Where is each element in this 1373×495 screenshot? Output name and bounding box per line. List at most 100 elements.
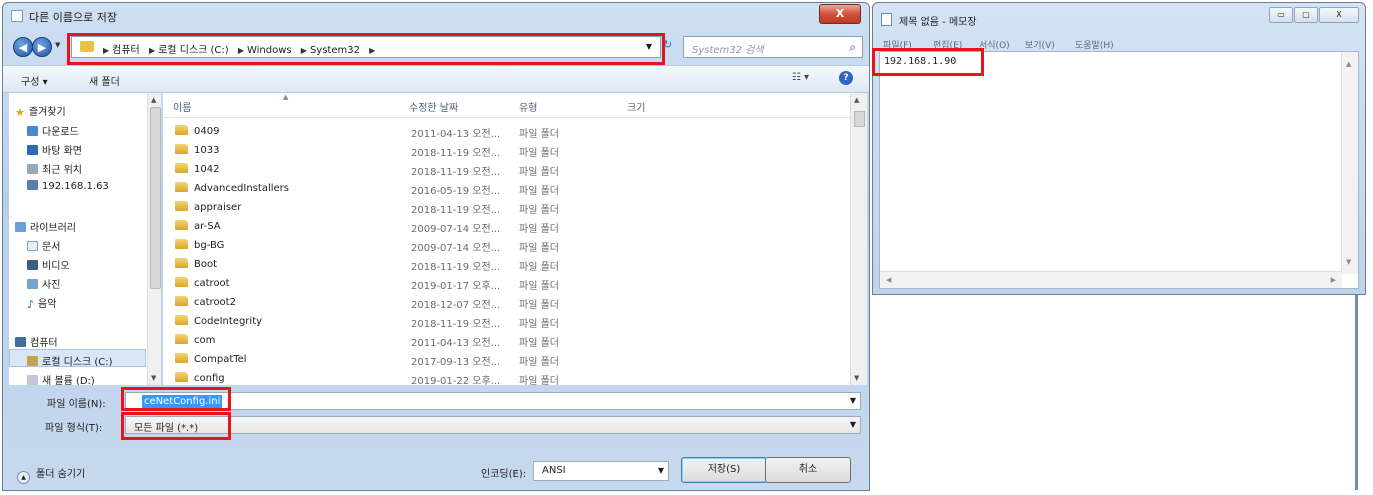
nav-scrollbar[interactable]: ▲ ▼	[147, 93, 161, 385]
search-input[interactable]: System32 검색 ⌕	[683, 36, 863, 58]
file-type: 파일 폴더	[519, 262, 559, 273]
horizontal-scrollbar[interactable]: ◀ ▶	[880, 271, 1342, 288]
file-row[interactable]: Boot 2018-11-19 오전... 파일 폴더	[163, 255, 851, 274]
help-icon[interactable]: ?	[839, 71, 853, 85]
desktop-icon	[27, 145, 38, 155]
menu-edit[interactable]: 편집(E)	[933, 38, 962, 51]
menu-view[interactable]: 보기(V)	[1025, 38, 1055, 51]
filetype-select[interactable]: 모든 파일 (*.*) ▼	[125, 416, 861, 434]
encoding-select[interactable]: ANSI ▼	[533, 461, 669, 481]
menu-file[interactable]: 파일(F)	[883, 38, 912, 51]
file-name: 1033	[175, 144, 219, 156]
recent-pages-dropdown-icon[interactable]: ▼	[55, 41, 60, 49]
search-icon[interactable]: ⌕	[849, 40, 856, 55]
view-options-icon[interactable]: ☷ ▾	[792, 72, 809, 83]
column-size[interactable]: 크기	[627, 99, 645, 114]
address-bar[interactable]: ▶ 컴퓨터 ▶ 로컬 디스크 (C:) ▶ Windows ▶ System32 ▶ ▼	[71, 36, 661, 58]
organize-button[interactable]: 구성 ▾	[21, 73, 48, 88]
file-row[interactable]: ar-SA 2009-07-14 오전... 파일 폴더	[163, 217, 851, 236]
back-button[interactable]: ◀	[13, 37, 33, 57]
scroll-down-icon[interactable]: ▼	[1346, 258, 1351, 266]
cancel-button[interactable]: 취소	[765, 457, 851, 483]
nav-libraries[interactable]: 라이브러리	[15, 219, 76, 234]
refresh-icon[interactable]: ↻	[663, 38, 672, 51]
column-type[interactable]: 유형	[519, 99, 537, 114]
chevron-down-icon[interactable]: ▼	[850, 420, 856, 429]
file-row[interactable]: catroot 2019-01-17 오후... 파일 폴더	[163, 274, 851, 293]
scroll-down-icon[interactable]: ▼	[151, 374, 156, 382]
file-row[interactable]: 1033 2018-11-19 오전... 파일 폴더	[163, 141, 851, 160]
scroll-down-icon[interactable]: ▼	[854, 374, 859, 382]
notepad-text-area[interactable]: 192.168.1.90 ▲ ▼ ◀ ▶	[879, 51, 1359, 289]
file-name-text: config	[194, 373, 225, 384]
filename-input[interactable]: ceNetConfig.ini ▼	[125, 392, 861, 410]
scroll-right-icon[interactable]: ▶	[1331, 276, 1336, 284]
breadcrumb-item[interactable]: 컴퓨터	[112, 45, 140, 56]
file-name: CompatTel	[175, 353, 247, 365]
chevron-right-icon[interactable]: ▶	[301, 46, 307, 55]
scroll-up-icon[interactable]: ▲	[151, 96, 156, 104]
dialog-close-button[interactable]: X	[819, 4, 861, 24]
scroll-left-icon[interactable]: ◀	[886, 276, 891, 284]
chevron-right-icon[interactable]: ▶	[238, 46, 244, 55]
file-row[interactable]: AdvancedInstallers 2016-05-19 오전... 파일 폴더	[163, 179, 851, 198]
notepad-content[interactable]: 192.168.1.90	[884, 56, 956, 67]
scroll-up-icon[interactable]: ▲	[1346, 60, 1351, 68]
collapse-icon: ▲	[17, 471, 30, 484]
encoding-value: ANSI	[542, 465, 566, 476]
notepad-close-button[interactable]: X	[1319, 7, 1359, 23]
nav-music[interactable]: ♪ 음악	[27, 295, 56, 311]
file-scrollbar[interactable]: ▲ ▼	[850, 93, 867, 385]
dialog-title: 다른 이름으로 저장	[29, 11, 117, 24]
nav-documents[interactable]: 문서	[27, 238, 60, 253]
column-date[interactable]: 수정한 날짜	[409, 99, 458, 114]
nav-new-volume[interactable]: 새 볼륨 (D:)	[27, 372, 95, 385]
forward-button[interactable]: ▶	[32, 37, 52, 57]
nav-local-disk[interactable]: 로컬 디스크 (C:)	[27, 353, 113, 368]
nav-favorites[interactable]: ★ 즐겨찾기	[15, 103, 66, 119]
file-row[interactable]: 0409 2011-04-13 오전... 파일 폴더	[163, 122, 851, 141]
chevron-down-icon[interactable]: ▼	[850, 396, 856, 405]
dialog-titlebar[interactable]: 다른 이름으로 저장 X	[3, 3, 869, 29]
breadcrumb-item[interactable]: Windows	[247, 45, 292, 56]
filename-value[interactable]: ceNetConfig.ini	[142, 395, 223, 408]
column-header: ▲ 이름 수정한 날짜 유형 크기	[163, 93, 851, 118]
file-row[interactable]: bg-BG 2009-07-14 오전... 파일 폴더	[163, 236, 851, 255]
file-row[interactable]: config 2019-01-22 오후... 파일 폴더	[163, 369, 851, 385]
file-row[interactable]: 1042 2018-11-19 오전... 파일 폴더	[163, 160, 851, 179]
menu-help[interactable]: 도움말(H)	[1075, 38, 1114, 51]
file-date: 2011-04-13 오전...	[411, 129, 501, 140]
vertical-scrollbar[interactable]: ▲ ▼	[1341, 52, 1358, 274]
file-row[interactable]: com 2011-04-13 오전... 파일 폴더	[163, 331, 851, 350]
nav-downloads[interactable]: 다운로드	[27, 123, 79, 138]
folder-icon	[175, 315, 188, 325]
menu-format[interactable]: 서식(O)	[979, 38, 1010, 51]
nav-computer[interactable]: 컴퓨터	[15, 334, 58, 349]
chevron-right-icon[interactable]: ▶	[103, 46, 109, 55]
maximize-button[interactable]: ▢	[1294, 7, 1318, 23]
scroll-thumb[interactable]	[150, 107, 161, 289]
scroll-thumb[interactable]	[854, 111, 865, 127]
music-icon: ♪	[27, 298, 35, 311]
hide-folders-button[interactable]: ▲ 폴더 숨기기	[17, 465, 85, 484]
new-folder-button[interactable]: 새 폴더	[89, 73, 120, 88]
column-name[interactable]: 이름	[173, 99, 191, 114]
breadcrumb-item[interactable]: 로컬 디스크 (C:)	[158, 45, 229, 56]
file-row[interactable]: CodeIntegrity 2018-11-19 오전... 파일 폴더	[163, 312, 851, 331]
scroll-up-icon[interactable]: ▲	[854, 96, 859, 104]
save-button[interactable]: 저장(S)	[681, 457, 767, 483]
file-row[interactable]: CompatTel 2017-09-13 오전... 파일 폴더	[163, 350, 851, 369]
minimize-button[interactable]: ▭	[1269, 7, 1293, 23]
nav-pictures[interactable]: 사진	[27, 276, 60, 291]
file-row[interactable]: appraiser 2018-11-19 오전... 파일 폴더	[163, 198, 851, 217]
chevron-right-icon[interactable]: ▶	[149, 46, 155, 55]
address-dropdown-icon[interactable]: ▼	[646, 42, 652, 51]
nav-desktop[interactable]: 바탕 화면	[27, 142, 82, 157]
chevron-down-icon[interactable]: ▼	[658, 466, 664, 475]
nav-recent[interactable]: 최근 위치	[27, 161, 82, 176]
file-row[interactable]: catroot2 2018-12-07 오전... 파일 폴더	[163, 293, 851, 312]
chevron-right-icon[interactable]: ▶	[369, 46, 375, 55]
nav-network-share[interactable]: 192.168.1.63	[27, 180, 109, 192]
breadcrumb-item[interactable]: System32	[310, 45, 360, 56]
nav-videos[interactable]: 비디오	[27, 257, 70, 272]
